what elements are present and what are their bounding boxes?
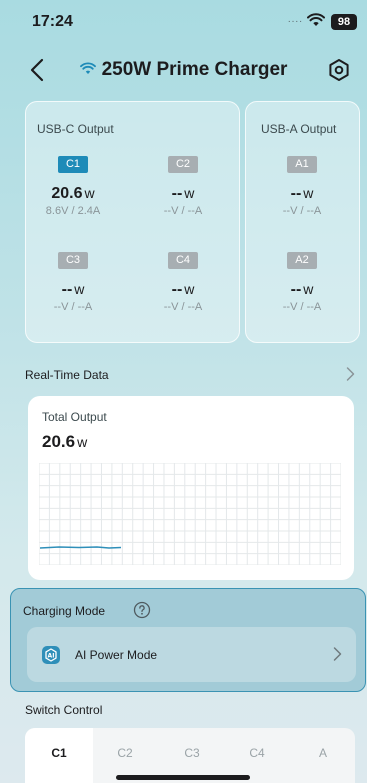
port-c1[interactable]: C1 20.6 w 8.6V / 2.4A (28, 154, 118, 217)
signal-dots-icon: .... (287, 14, 303, 25)
port-c1-badge: C1 (58, 156, 88, 173)
status-time: 17:24 (32, 13, 73, 30)
svg-text:AI: AI (48, 652, 55, 659)
port-c4[interactable]: C4 -- w --V / --A (138, 250, 228, 313)
battery-icon: 98 (331, 14, 357, 30)
home-indicator (116, 775, 250, 780)
port-a2-power: -- w (290, 281, 314, 298)
tab-c3[interactable]: C3 (172, 746, 212, 760)
usb-c-output-card: USB-C Output C1 20.6 w 8.6V / 2.4A C2 -- w… (25, 101, 240, 343)
total-output-value: 20.6 w (42, 432, 88, 451)
usb-a-title: USB-A Output (261, 122, 337, 136)
ai-power-mode-row[interactable]: AI AI Power Mode (27, 627, 356, 682)
wifi-connected-icon (79, 59, 96, 81)
port-c4-power: -- w (171, 281, 195, 298)
port-c2-power: -- w (171, 185, 195, 202)
device-name: 250W Prime Charger (101, 59, 288, 81)
port-c3-power: -- w (61, 281, 85, 298)
port-a2[interactable]: A2 -- w --V / --A (257, 250, 347, 313)
charging-mode-section: Charging Mode AI AI Power Mode (10, 588, 366, 692)
real-time-graph (39, 463, 341, 565)
port-c1-voltage-current: 8.6V / 2.4A (45, 205, 101, 217)
usb-a-output-card: USB-A Output A1 -- w --V / --A A2 -- w --V… (245, 101, 360, 343)
port-a1-voltage-current: --V / --A (282, 205, 322, 217)
port-a1-badge: A1 (287, 156, 317, 173)
port-c4-badge: C4 (168, 252, 198, 269)
charging-mode-label: Charging Mode (23, 604, 106, 618)
switch-control-label: Switch Control (25, 703, 103, 717)
total-output-card: Total Output 20.6 w (28, 396, 354, 580)
ai-power-mode-icon: AI (41, 645, 61, 670)
tab-a[interactable]: A (303, 746, 343, 760)
tab-c2[interactable]: C2 (105, 746, 145, 760)
port-a2-voltage-current: --V / --A (282, 301, 322, 313)
chevron-right-icon[interactable] (346, 366, 355, 387)
port-a2-badge: A2 (287, 252, 317, 269)
port-c1-power: 20.6 w (51, 185, 95, 202)
charging-mode-value: AI Power Mode (75, 648, 158, 662)
usb-c-title: USB-C Output (37, 122, 114, 136)
port-a1-power: -- w (290, 185, 314, 202)
total-output-label: Total Output (42, 410, 107, 424)
chevron-right-icon (333, 646, 342, 667)
port-c2[interactable]: C2 -- w --V / --A (138, 154, 228, 217)
device-settings-button[interactable] (327, 58, 351, 87)
port-c3-voltage-current: --V / --A (53, 301, 93, 313)
wifi-icon (307, 13, 325, 32)
page-title: 250W Prime Charger (0, 59, 367, 81)
nav-bar: 250W Prime Charger (0, 56, 367, 88)
real-time-data-link[interactable]: Real-Time Data (25, 368, 109, 382)
port-c3[interactable]: C3 -- w --V / --A (28, 250, 118, 313)
port-a1[interactable]: A1 -- w --V / --A (257, 154, 347, 217)
port-c3-badge: C3 (58, 252, 88, 269)
port-c2-voltage-current: --V / --A (163, 205, 203, 217)
status-bar: 17:24 .... 98 (0, 0, 367, 40)
tab-c4[interactable]: C4 (237, 746, 277, 760)
help-icon[interactable] (133, 601, 151, 624)
tab-c1[interactable]: C1 (39, 746, 79, 760)
output-trace-line (39, 546, 122, 549)
port-c4-voltage-current: --V / --A (163, 301, 203, 313)
port-c2-badge: C2 (168, 156, 198, 173)
